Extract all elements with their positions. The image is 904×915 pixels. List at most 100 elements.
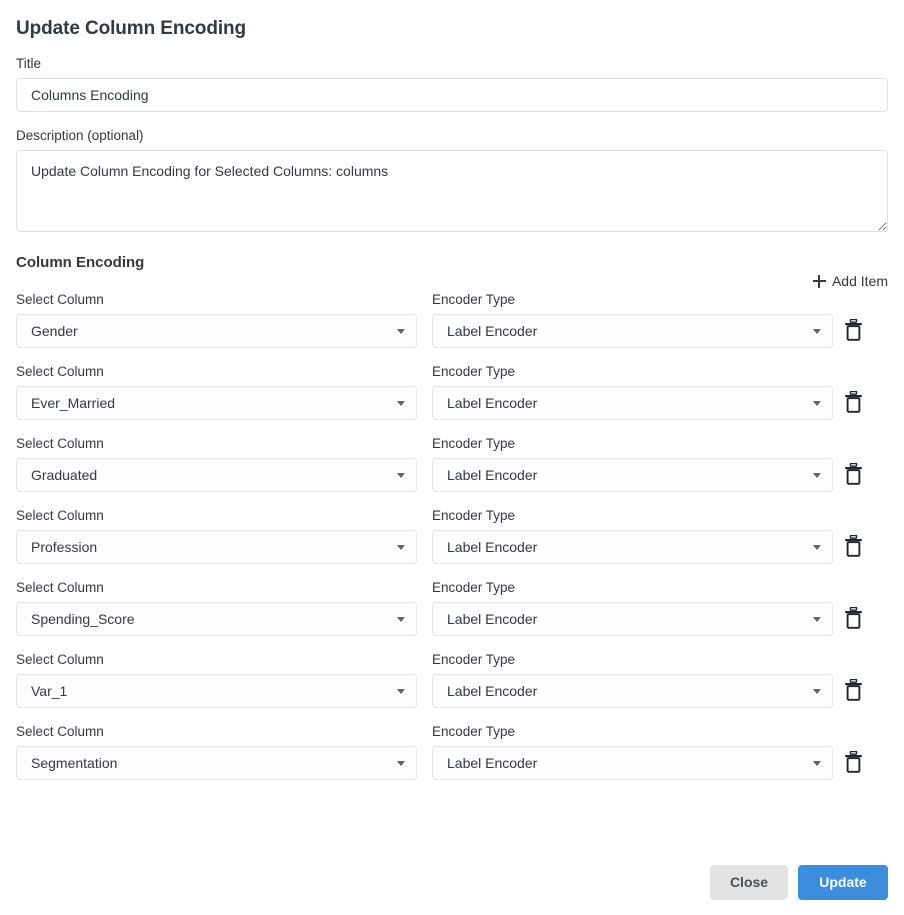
title-input[interactable] <box>16 78 888 112</box>
select-column-group: Select Column Segmentation <box>16 724 417 780</box>
trash-icon <box>844 751 863 773</box>
encoding-row: Select Column Segmentation Encoder Type … <box>16 724 888 780</box>
select-column-group: Select Column Graduated <box>16 436 417 492</box>
select-column-group: Select Column Profession <box>16 508 417 564</box>
select-column-label: Select Column <box>16 436 104 451</box>
encoder-type-dropdown[interactable]: Label Encoder <box>432 314 833 348</box>
row-actions <box>833 461 873 492</box>
trash-icon <box>844 535 863 557</box>
trash-icon <box>844 607 863 629</box>
delete-row-button[interactable] <box>842 749 865 775</box>
close-button[interactable]: Close <box>710 865 788 900</box>
encoding-row: Select Column Graduated Encoder Type Lab… <box>16 436 888 492</box>
select-column-wrapper: Ever_Married <box>16 386 417 420</box>
select-column-group: Select Column Spending_Score <box>16 580 417 636</box>
select-column-label: Select Column <box>16 292 104 307</box>
encoding-row: Select Column Ever_Married Encoder Type … <box>16 364 888 420</box>
select-column-wrapper: Gender <box>16 314 417 348</box>
delete-row-button[interactable] <box>842 677 865 703</box>
encoding-rows-list: Select Column Gender Encoder Type Label … <box>16 292 888 780</box>
encoder-type-wrapper: Label Encoder <box>432 674 833 708</box>
select-column-label: Select Column <box>16 724 104 739</box>
delete-row-button[interactable] <box>842 605 865 631</box>
encoder-type-dropdown[interactable]: Label Encoder <box>432 746 833 780</box>
encoder-type-dropdown[interactable]: Label Encoder <box>432 530 833 564</box>
select-column-wrapper: Graduated <box>16 458 417 492</box>
select-column-dropdown[interactable]: Segmentation <box>16 746 417 780</box>
delete-row-button[interactable] <box>842 533 865 559</box>
encoder-type-wrapper: Label Encoder <box>432 314 833 348</box>
delete-row-button[interactable] <box>842 389 865 415</box>
encoder-type-group: Encoder Type Label Encoder <box>432 580 833 636</box>
encoder-type-wrapper: Label Encoder <box>432 746 833 780</box>
row-actions <box>833 605 873 636</box>
title-label: Title <box>16 56 42 71</box>
row-actions <box>833 749 873 780</box>
trash-icon <box>844 463 863 485</box>
trash-icon <box>844 391 863 413</box>
modal-footer: Close Update <box>710 865 888 900</box>
select-column-dropdown[interactable]: Spending_Score <box>16 602 417 636</box>
encoding-row: Select Column Profession Encoder Type La… <box>16 508 888 564</box>
select-column-wrapper: Segmentation <box>16 746 417 780</box>
encoder-type-group: Encoder Type Label Encoder <box>432 508 833 564</box>
encoder-type-group: Encoder Type Label Encoder <box>432 724 833 780</box>
encoder-type-group: Encoder Type Label Encoder <box>432 436 833 492</box>
page-title: Update Column Encoding <box>16 18 247 39</box>
row-actions <box>833 317 873 348</box>
select-column-dropdown[interactable]: Gender <box>16 314 417 348</box>
row-actions <box>833 389 873 420</box>
encoder-type-label: Encoder Type <box>432 508 516 523</box>
encoder-type-group: Encoder Type Label Encoder <box>432 652 833 708</box>
encoder-type-dropdown[interactable]: Label Encoder <box>432 602 833 636</box>
select-column-dropdown[interactable]: Graduated <box>16 458 417 492</box>
encoding-row: Select Column Var_1 Encoder Type Label E… <box>16 652 888 708</box>
encoder-type-dropdown[interactable]: Label Encoder <box>432 458 833 492</box>
encoder-type-group: Encoder Type Label Encoder <box>432 364 833 420</box>
encoder-type-wrapper: Label Encoder <box>432 386 833 420</box>
encoder-type-label: Encoder Type <box>432 364 516 379</box>
add-item-button[interactable]: Add Item <box>812 273 888 289</box>
select-column-label: Select Column <box>16 580 104 595</box>
select-column-wrapper: Var_1 <box>16 674 417 708</box>
select-column-wrapper: Spending_Score <box>16 602 417 636</box>
encoder-type-wrapper: Label Encoder <box>432 602 833 636</box>
add-item-label: Add Item <box>831 273 888 289</box>
select-column-dropdown[interactable]: Ever_Married <box>16 386 417 420</box>
description-label: Description (optional) <box>16 128 144 143</box>
select-column-wrapper: Profession <box>16 530 417 564</box>
update-button[interactable]: Update <box>798 865 888 900</box>
encoder-type-label: Encoder Type <box>432 436 516 451</box>
update-column-encoding-modal: Update Column Encoding Title Description… <box>0 0 904 915</box>
encoder-type-label: Encoder Type <box>432 580 516 595</box>
trash-icon <box>844 319 863 341</box>
encoder-type-dropdown[interactable]: Label Encoder <box>432 674 833 708</box>
encoder-type-dropdown[interactable]: Label Encoder <box>432 386 833 420</box>
encoder-type-label: Encoder Type <box>432 292 516 307</box>
select-column-dropdown[interactable]: Profession <box>16 530 417 564</box>
select-column-group: Select Column Var_1 <box>16 652 417 708</box>
select-column-label: Select Column <box>16 364 104 379</box>
description-field-group: Description (optional) <box>16 128 888 232</box>
delete-row-button[interactable] <box>842 461 865 487</box>
select-column-label: Select Column <box>16 652 104 667</box>
encoder-type-label: Encoder Type <box>432 652 516 667</box>
description-textarea[interactable] <box>16 150 888 232</box>
encoder-type-group: Encoder Type Label Encoder <box>432 292 833 348</box>
select-column-dropdown[interactable]: Var_1 <box>16 674 417 708</box>
encoder-type-wrapper: Label Encoder <box>432 530 833 564</box>
row-actions <box>833 677 873 708</box>
encoding-row: Select Column Spending_Score Encoder Typ… <box>16 580 888 636</box>
select-column-label: Select Column <box>16 508 104 523</box>
encoder-type-label: Encoder Type <box>432 724 516 739</box>
encoder-type-wrapper: Label Encoder <box>432 458 833 492</box>
title-field-group: Title <box>16 56 888 112</box>
column-encoding-section-header: Column Encoding Add Item <box>16 254 888 292</box>
select-column-group: Select Column Gender <box>16 292 417 348</box>
plus-icon <box>812 274 826 288</box>
delete-row-button[interactable] <box>842 317 865 343</box>
select-column-group: Select Column Ever_Married <box>16 364 417 420</box>
trash-icon <box>844 679 863 701</box>
encoding-row: Select Column Gender Encoder Type Label … <box>16 292 888 348</box>
section-title: Column Encoding <box>16 254 145 271</box>
